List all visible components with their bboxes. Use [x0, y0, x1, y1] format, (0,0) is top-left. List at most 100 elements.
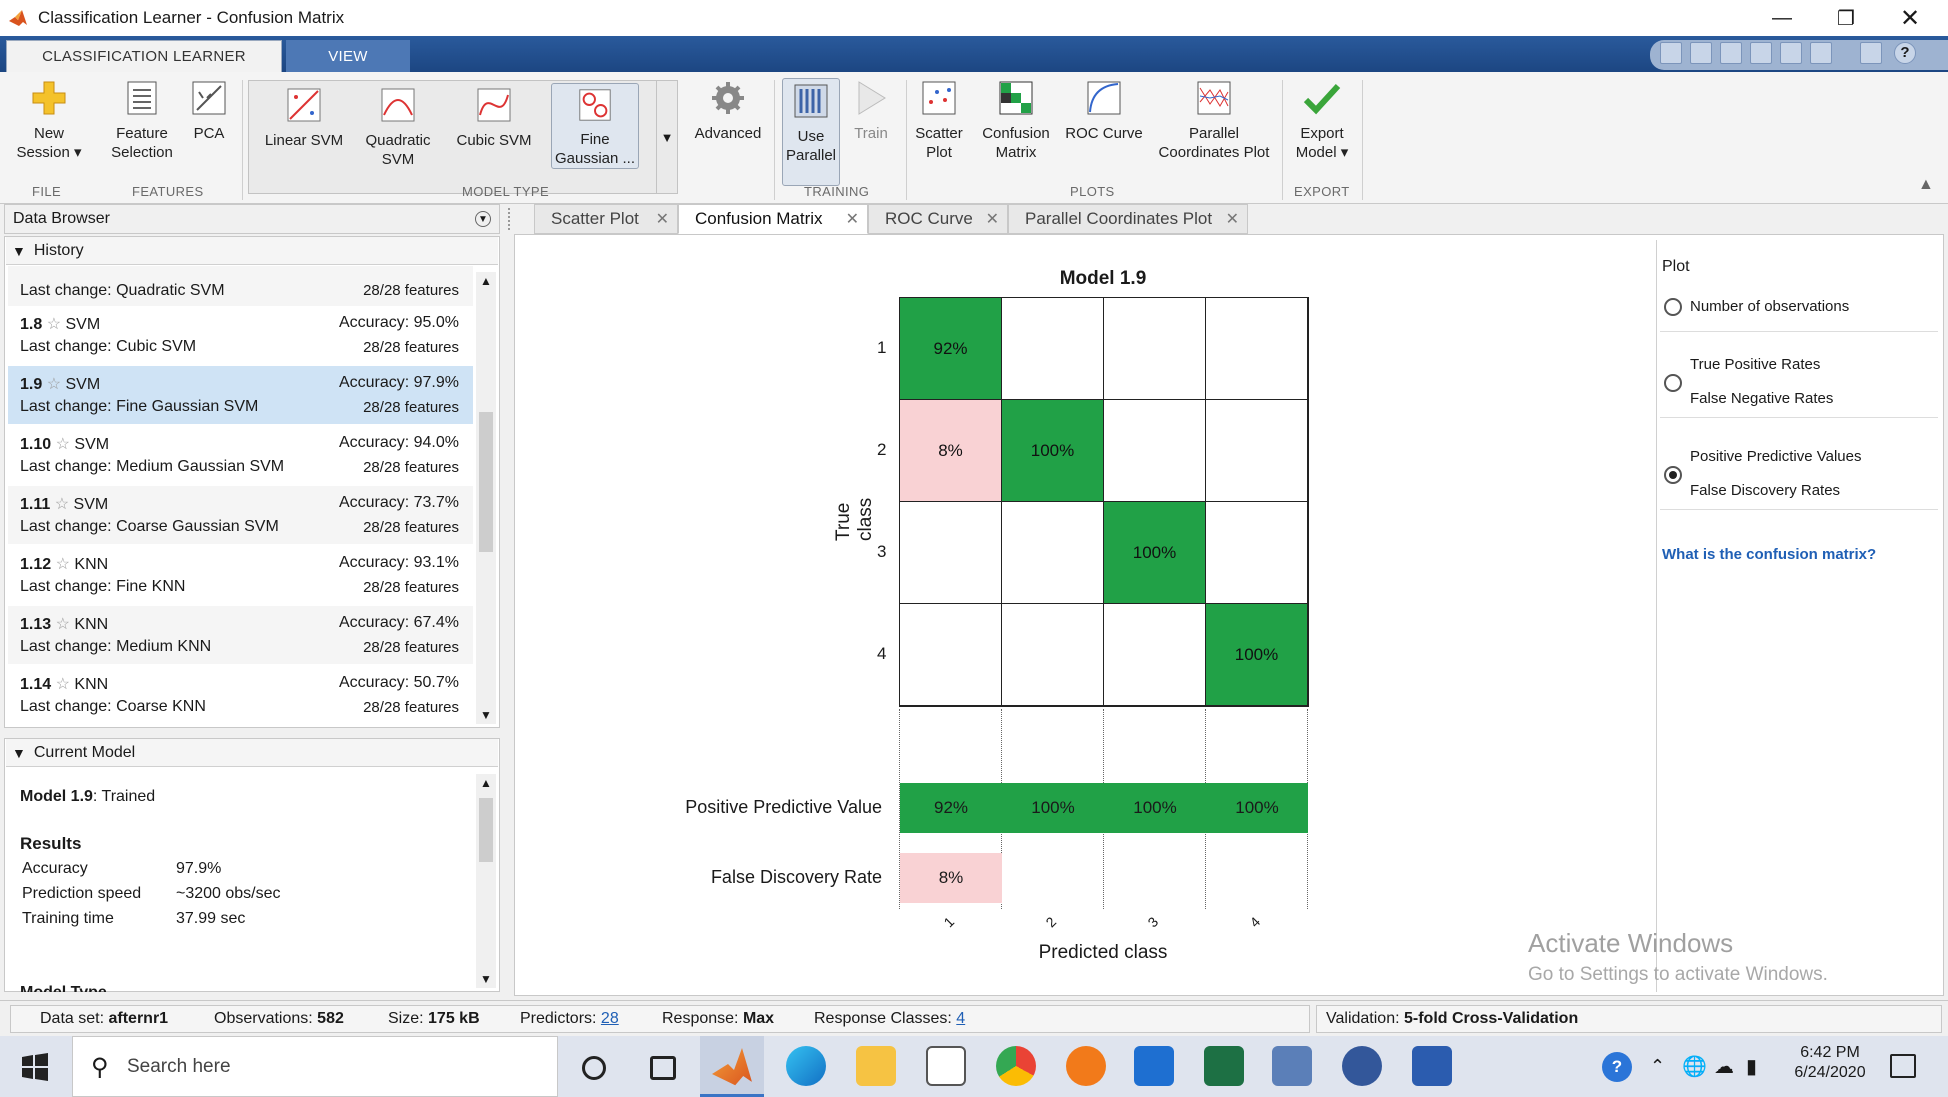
history-item-1-12[interactable]: 1.12 ☆ KNN Accuracy: 93.1% Last change: Fi… [8, 546, 473, 604]
radio-true-positive-rates[interactable] [1664, 374, 1682, 392]
radio-number-observations[interactable] [1664, 298, 1682, 316]
save-icon[interactable] [1660, 42, 1682, 64]
layout-icon[interactable] [1860, 42, 1882, 64]
chrome-icon[interactable] [996, 1046, 1036, 1086]
close-tab-icon[interactable]: ✕ [1226, 209, 1239, 229]
mail-icon[interactable] [1134, 1046, 1174, 1086]
app-icon[interactable] [1342, 1046, 1382, 1086]
help-tray-icon[interactable]: ? [1602, 1052, 1632, 1082]
undo-icon[interactable] [1780, 42, 1802, 64]
true-class-tick: 1 [877, 338, 887, 357]
roc-curve-button[interactable]: ROC Curve [1064, 78, 1144, 143]
cubic-svm-icon [477, 88, 511, 122]
splitter-handle[interactable] [508, 208, 514, 230]
linear-svm-button[interactable]: Linear SVM [259, 85, 349, 150]
history-item-partial[interactable]: Last change: Quadratic SVM 28/28 feature… [8, 266, 473, 306]
response-classes-link[interactable]: 4 [956, 1010, 965, 1027]
notification-icon[interactable] [1890, 1054, 1916, 1078]
advanced-button[interactable]: Advanced [690, 78, 766, 143]
current-model-header[interactable]: ▼ Current Model [6, 739, 498, 767]
excel-icon[interactable] [1204, 1046, 1244, 1086]
feature-selection-button[interactable]: Feature Selection [106, 78, 178, 162]
accuracy-label: Accuracy [22, 860, 88, 877]
star-icon[interactable]: ☆ [47, 376, 61, 393]
summary-cell: 92% [900, 783, 1002, 833]
summary-cell: 8% [900, 853, 1002, 903]
star-icon[interactable]: ☆ [47, 316, 61, 333]
gallery-expand-button[interactable]: ▼ [656, 80, 678, 194]
panel-menu-icon[interactable]: ▼ [475, 211, 491, 227]
star-icon[interactable]: ☆ [56, 436, 70, 453]
train-button[interactable]: Train [846, 78, 896, 143]
restore-icon[interactable]: ❐ [1816, 0, 1876, 36]
star-icon[interactable]: ☆ [55, 496, 69, 513]
help-icon[interactable]: ? [1894, 42, 1916, 64]
windows-start-icon[interactable] [20, 1052, 50, 1082]
history-header[interactable]: ▼ History [6, 237, 498, 265]
tab-classification-learner[interactable]: CLASSIFICATION LEARNER [6, 40, 282, 72]
option-row-true-positive-rates[interactable]: True Positive Rates False Negative Rates [1660, 346, 1938, 418]
predictors-link[interactable]: 28 [601, 1010, 619, 1027]
close-tab-icon[interactable]: ✕ [846, 209, 859, 229]
fine-gaussian-button[interactable]: Fine Gaussian ... [551, 83, 639, 169]
edge-icon[interactable] [786, 1046, 826, 1086]
chevron-up-icon[interactable]: ⌃ [1650, 1056, 1665, 1077]
star-icon[interactable]: ☆ [56, 556, 70, 573]
cortana-icon[interactable] [582, 1056, 606, 1080]
close-tab-icon[interactable]: ✕ [656, 209, 669, 229]
collapse-ribbon-icon[interactable]: ▲ [1918, 176, 1934, 194]
help-link-confusion-matrix[interactable]: What is the confusion matrix? [1662, 546, 1876, 563]
model-type-heading: Model Type [20, 982, 107, 992]
onedrive-icon[interactable]: ☁ [1714, 1054, 1734, 1079]
confusion-matrix-button[interactable]: Confusion Matrix [976, 78, 1056, 162]
pca-button[interactable]: PCA [184, 78, 234, 143]
minimize-button[interactable]: — [1752, 0, 1812, 36]
word-icon[interactable] [1412, 1046, 1452, 1086]
linear-svm-icon [287, 88, 321, 122]
history-item-1-10[interactable]: 1.10 ☆ SVM Accuracy: 94.0% Last change: Me… [8, 426, 473, 484]
quadratic-svm-icon [381, 88, 415, 122]
scatter-plot-button[interactable]: Scatter Plot [914, 78, 964, 162]
option-row-number-observations[interactable]: Number of observations [1660, 288, 1938, 332]
copy-icon[interactable] [1720, 42, 1742, 64]
store-icon[interactable] [926, 1046, 966, 1086]
export-model-button[interactable]: Export Model ▾ [1290, 78, 1354, 162]
cut-icon[interactable] [1690, 42, 1712, 64]
history-item-1-8[interactable]: 1.8 ☆ SVM Accuracy: 95.0% Last change: Cub… [8, 306, 473, 364]
tab-scatter-plot[interactable]: Scatter Plot ✕ [534, 204, 678, 234]
tab-view[interactable]: VIEW [286, 40, 410, 72]
network-icon[interactable]: 🌐 [1682, 1054, 1707, 1079]
battery-icon[interactable]: ▮ [1746, 1054, 1757, 1079]
task-view-icon[interactable] [650, 1056, 676, 1080]
close-tab-icon[interactable]: ✕ [986, 209, 999, 229]
star-icon[interactable]: ☆ [56, 676, 70, 693]
star-icon[interactable]: ☆ [56, 616, 70, 633]
new-session-button[interactable]: New Session ▾ [8, 78, 90, 162]
redo-icon[interactable] [1810, 42, 1832, 64]
plus-icon [32, 81, 66, 115]
taskbar-search-box[interactable]: ⚲ Search here [72, 1036, 558, 1097]
cubic-svm-button[interactable]: Cubic SVM [449, 85, 539, 150]
parallel-coordinates-button[interactable]: Parallel Coordinates Plot [1154, 78, 1274, 162]
option-row-positive-predictive-values[interactable]: Positive Predictive Values False Discove… [1660, 438, 1938, 510]
current-model-scrollbar[interactable]: ▲ ▼ [476, 774, 496, 988]
history-item-1-11[interactable]: 1.11 ☆ SVM Accuracy: 73.7% Last change: Co… [8, 486, 473, 544]
history-item-1-14[interactable]: 1.14 ☆ KNN Accuracy: 50.7% Last change: Co… [8, 666, 473, 724]
summary-cell: 100% [1206, 783, 1308, 833]
document-viewer-icon[interactable] [1272, 1046, 1312, 1086]
close-icon[interactable]: ✕ [1880, 0, 1940, 36]
brave-icon[interactable] [1066, 1046, 1106, 1086]
paste-icon[interactable] [1750, 42, 1772, 64]
tab-confusion-matrix[interactable]: Confusion Matrix ✕ [678, 204, 868, 234]
history-item-1-13[interactable]: 1.13 ☆ KNN Accuracy: 67.4% Last change: Me… [8, 606, 473, 664]
radio-positive-predictive-values[interactable] [1664, 466, 1682, 484]
taskbar-matlab-active[interactable] [700, 1036, 764, 1097]
file-explorer-icon[interactable] [856, 1046, 896, 1086]
history-scrollbar[interactable]: ▲ ▼ [476, 272, 496, 724]
history-item-1-9[interactable]: 1.9 ☆ SVM Accuracy: 97.9% Last change: Fin… [8, 366, 473, 424]
clock[interactable]: 6:42 PM 6/24/2020 [1792, 1044, 1868, 1082]
use-parallel-button[interactable]: Use Parallel [782, 78, 840, 186]
tab-parallel-coordinates[interactable]: Parallel Coordinates Plot ✕ [1008, 204, 1248, 234]
tab-roc-curve[interactable]: ROC Curve ✕ [868, 204, 1008, 234]
quadratic-svm-button[interactable]: Quadratic SVM [353, 85, 443, 169]
